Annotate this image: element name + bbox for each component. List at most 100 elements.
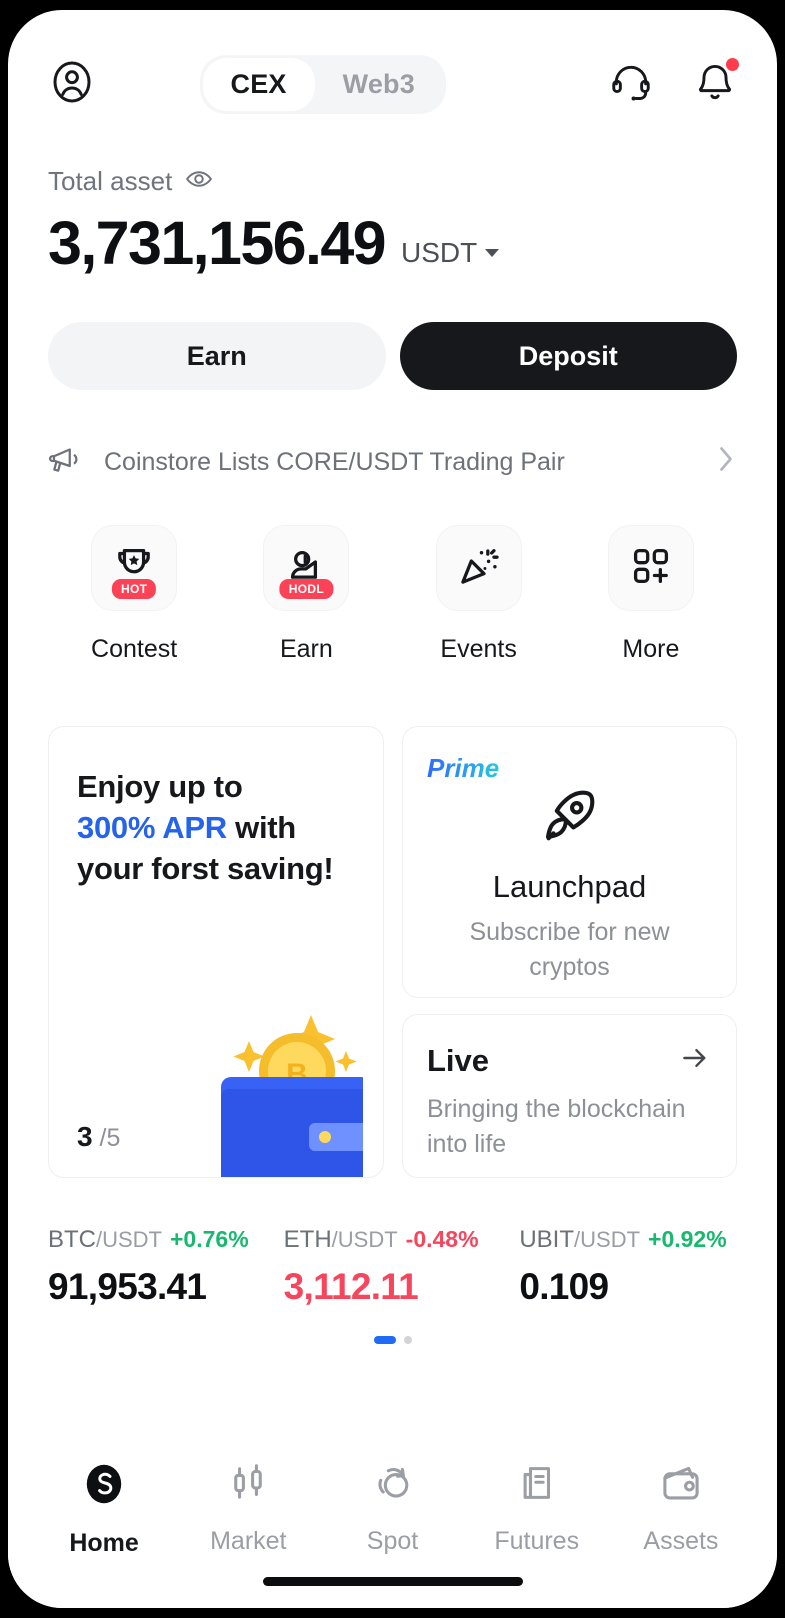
promo-highlight: 300% APR (77, 809, 227, 845)
ticker-header: UBIT/USDT +0.92% (519, 1226, 737, 1254)
ticker-ubit[interactable]: UBIT/USDT +0.92% 0.109 (519, 1226, 737, 1308)
megaphone-icon (48, 442, 84, 483)
carousel-dot-active[interactable] (373, 1336, 396, 1344)
cex-web3-toggle[interactable]: CEX Web3 (199, 54, 446, 114)
header-actions (609, 57, 739, 109)
nav-item-market[interactable]: Market (176, 1460, 320, 1556)
hot-badge: HOT (112, 579, 157, 599)
chevron-right-icon[interactable] (715, 444, 737, 481)
app-screen: CEX Web3 Total asset 3,731,156.49 USDT E… (8, 10, 777, 1608)
ticker-header: BTC/USDT +0.76% (48, 1226, 266, 1254)
quick-action-label: Earn (279, 635, 333, 663)
launchpad-card[interactable]: Prime Launchpad Subscribe for new crypto… (402, 726, 737, 998)
promo-line-3: your forst saving! (77, 850, 334, 886)
bell-icon[interactable] (693, 57, 739, 109)
ticker-eth[interactable]: ETH/USDT -0.48% 3,112.11 (284, 1226, 502, 1308)
live-subtitle: Bringing the blockchain into life (427, 1095, 686, 1158)
ticker-base: ETH (283, 1226, 332, 1253)
promo-column: Enjoy up to 300% APR with your forst sav… (48, 726, 384, 1178)
phone-frame: CEX Web3 Total asset 3,731,156.49 USDT E… (0, 0, 785, 1618)
quick-action-earn[interactable]: HODL Earn (220, 525, 392, 664)
ticker-change: +0.76% (170, 1226, 249, 1252)
earn-tile[interactable]: HODL (263, 525, 350, 611)
live-title: Live (427, 1042, 490, 1078)
total-asset-label: Total asset (48, 166, 173, 196)
more-tile[interactable] (607, 525, 694, 611)
promo-line-2-rest: with (226, 809, 296, 845)
headset-icon[interactable] (609, 60, 653, 109)
prime-tag: Prime (427, 753, 500, 783)
quick-actions: HOT Contest HODL Earn Events More (8, 483, 777, 664)
currency-label: USDT (400, 237, 478, 268)
promo-counter-current: 3 (77, 1121, 93, 1152)
ticker-price: 0.109 (519, 1266, 609, 1307)
party-popper-icon (456, 543, 502, 594)
promo-counter-total: /5 (99, 1124, 121, 1152)
live-card-header: Live (427, 1041, 712, 1080)
ticker-base: BTC (48, 1226, 96, 1253)
total-asset-value-row: 3,731,156.49 USDT (48, 213, 737, 274)
nav-item-assets[interactable]: Assets (609, 1460, 753, 1556)
quick-action-label: Events (440, 635, 517, 663)
total-asset-label-row: Total asset (48, 164, 737, 199)
promo-counter: 3 /5 (77, 1121, 120, 1153)
hodl-badge: HODL (279, 579, 333, 599)
ticker-btc[interactable]: BTC/USDT +0.76% 91,953.41 (48, 1226, 266, 1308)
ticker-price: 3,112.11 (283, 1266, 419, 1307)
ticker-change: +0.92% (648, 1226, 727, 1252)
ticker-quote: /USDT (331, 1227, 398, 1252)
document-chart-icon (514, 1460, 560, 1511)
eye-icon[interactable] (184, 164, 214, 199)
promo-cards-section: Enjoy up to 300% APR with your forst sav… (8, 664, 777, 1178)
swap-circles-icon (370, 1460, 416, 1511)
primary-actions: Earn Deposit (8, 274, 777, 390)
ticker-header: ETH/USDT -0.48% (284, 1226, 502, 1254)
nav-item-home[interactable]: Home (32, 1460, 176, 1558)
rocket-icon (539, 784, 601, 851)
nav-label: Futures (494, 1527, 580, 1555)
ticker-change: -0.48% (405, 1226, 479, 1252)
nav-label: Home (69, 1529, 139, 1557)
tab-cex[interactable]: CEX (202, 57, 315, 111)
ticker-quote: /USDT (574, 1227, 641, 1252)
promo-line-1: Enjoy up to (77, 769, 243, 804)
chevron-down-icon (485, 249, 500, 257)
ticker-quote: /USDT (96, 1227, 162, 1252)
tab-web3[interactable]: Web3 (315, 58, 443, 111)
nav-item-futures[interactable]: Futures (465, 1460, 609, 1556)
launchpad-title: Launchpad (492, 869, 647, 904)
ticker-pair: ETH/USDT (284, 1226, 398, 1254)
carousel-indicator (8, 1336, 777, 1344)
ticker-base: UBIT (519, 1226, 575, 1253)
announcement-text: Coinstore Lists CORE/USDT Trading Pair (104, 448, 565, 476)
total-asset-amount: 3,731,156.49 (48, 209, 387, 277)
quick-action-label: Contest (91, 635, 178, 663)
arrow-right-icon[interactable] (678, 1041, 712, 1080)
notification-dot (726, 57, 739, 71)
nav-item-spot[interactable]: Spot (320, 1460, 464, 1556)
nav-label: Assets (643, 1527, 719, 1555)
earn-button[interactable]: Earn (48, 322, 386, 390)
currency-selector[interactable]: USDT (400, 237, 500, 274)
carousel-dot[interactable] (403, 1336, 412, 1344)
home-indicator (262, 1577, 523, 1586)
app-header: CEX Web3 (8, 10, 777, 122)
ticker-row: BTC/USDT +0.76% 91,953.41 ETH/USDT -0.48… (8, 1178, 777, 1308)
bottom-navigation: Home Market Spot Futures Assets (8, 1438, 777, 1608)
contest-tile[interactable]: HOT (91, 525, 178, 611)
live-card[interactable]: Live Bringing the blockchain into life (402, 1014, 737, 1178)
grid-plus-icon (629, 544, 673, 593)
quick-action-more[interactable]: More (565, 525, 737, 664)
quick-action-contest[interactable]: HOT Contest (48, 525, 220, 664)
candlestick-icon (225, 1460, 271, 1511)
side-cards-column: Prime Launchpad Subscribe for new crypto… (402, 726, 737, 1178)
promo-heading: Enjoy up to 300% APR with your forst sav… (77, 767, 355, 890)
quick-action-events[interactable]: Events (393, 525, 565, 664)
events-tile[interactable] (435, 525, 522, 611)
launchpad-subtitle: Subscribe for new cryptos (469, 918, 670, 981)
nav-label: Market (210, 1527, 287, 1555)
profile-button[interactable] (48, 58, 118, 111)
deposit-button[interactable]: Deposit (399, 322, 737, 390)
announcement-bar[interactable]: Coinstore Lists CORE/USDT Trading Pair (8, 390, 777, 483)
savings-promo-card[interactable]: Enjoy up to 300% APR with your forst sav… (48, 726, 384, 1178)
